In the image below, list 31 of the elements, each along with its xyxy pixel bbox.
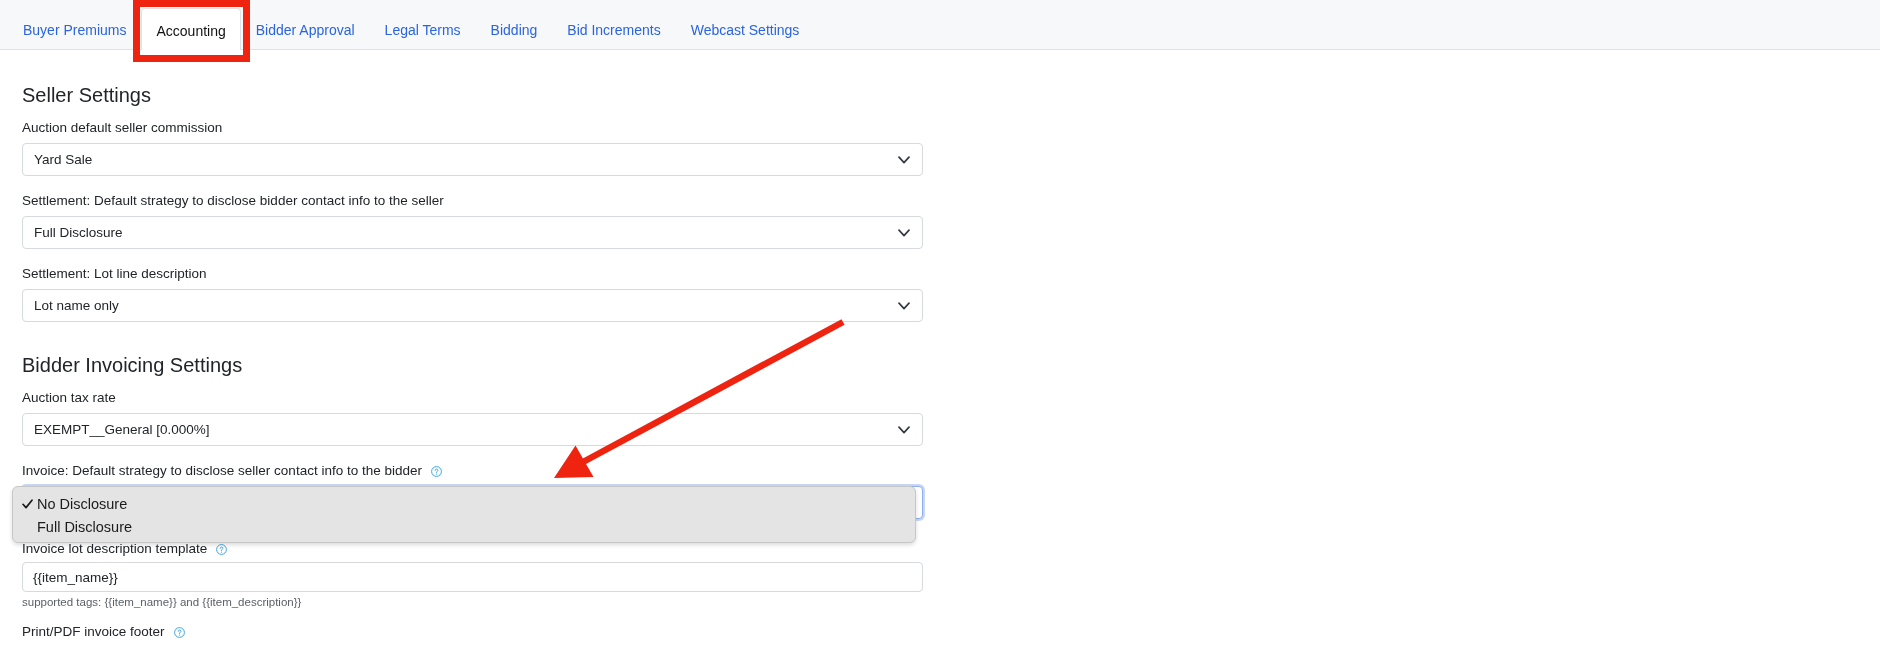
field-label: Print/PDF invoice footer bbox=[22, 623, 165, 641]
tab[interactable]: Bidder Approval bbox=[250, 8, 360, 50]
field-label: Auction tax rate bbox=[22, 389, 116, 407]
tab[interactable]: Buyer Premiums bbox=[18, 8, 132, 50]
select-field[interactable]: Full Disclosure bbox=[22, 216, 923, 249]
field-label: Settlement: Default strategy to disclose bidder contact info to the seller bbox=[22, 192, 444, 210]
help-icon[interactable] bbox=[216, 543, 228, 555]
field-label: Settlement: Lot line description bbox=[22, 265, 207, 283]
tab[interactable]: Legal Terms bbox=[379, 8, 466, 50]
tab[interactable]: Bid Increments bbox=[562, 8, 666, 50]
chevron-down-icon bbox=[898, 228, 910, 237]
select-field[interactable]: Yard Sale bbox=[22, 143, 923, 176]
chevron-down-icon bbox=[898, 301, 910, 310]
tab[interactable]: Webcast Settings bbox=[685, 8, 805, 50]
dropdown-option[interactable]: Full Disclosure bbox=[13, 515, 915, 538]
text-field[interactable]: {{item_name}} bbox=[22, 562, 923, 592]
help-icon[interactable] bbox=[430, 465, 442, 477]
tab[interactable]: Accounting bbox=[141, 8, 241, 50]
select-field[interactable]: Lot name only bbox=[22, 289, 923, 322]
tab[interactable]: Bidding bbox=[485, 8, 543, 50]
chevron-down-icon bbox=[898, 425, 910, 434]
chevron-down-icon bbox=[898, 155, 910, 164]
field-label: Invoice: Default strategy to disclose seller contact info to the bidder bbox=[22, 462, 422, 480]
section-heading: Bidder Invoicing Settings bbox=[22, 353, 243, 378]
section-heading: Seller Settings bbox=[22, 83, 151, 108]
select-field[interactable]: EXEMPT__General [0.000%] bbox=[22, 413, 923, 446]
field-label: Auction default seller commission bbox=[22, 119, 223, 137]
dropdown-option[interactable]: No Disclosure bbox=[13, 492, 915, 515]
help-icon[interactable] bbox=[173, 626, 185, 638]
help-text: supported tags: {{item_name}} and {{item_description}} bbox=[22, 595, 302, 610]
field-label: Invoice lot description template bbox=[22, 540, 208, 558]
